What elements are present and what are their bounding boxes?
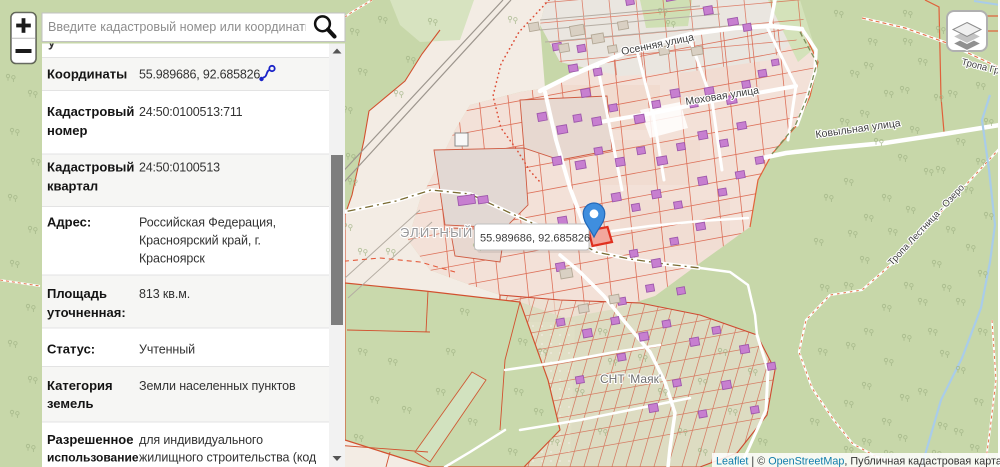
svg-text:Площадь: Площадь — [47, 286, 107, 301]
svg-text:ЭЛИТНЫЙ: ЭЛИТНЫЙ — [400, 225, 473, 240]
svg-text:Статус:: Статус: — [47, 342, 95, 357]
svg-text:Кадастровый: Кадастровый — [47, 104, 134, 119]
svg-text:24:50:0100513:711: 24:50:0100513:711 — [139, 105, 243, 119]
svg-text:Учтенный: Учтенный — [139, 343, 195, 357]
svg-text:номер: номер — [47, 123, 87, 138]
svg-text:квартал: квартал — [47, 179, 98, 194]
svg-text:СНТ 'Маяк': СНТ 'Маяк' — [600, 372, 661, 386]
svg-text:Красноярск: Красноярск — [139, 252, 205, 266]
svg-text:Координаты: Координаты — [47, 67, 127, 82]
svg-text:Российская Федерация,: Российская Федерация, — [139, 216, 276, 230]
svg-text:использование: использование — [47, 451, 139, 465]
svg-text:жилищного строительства (код: жилищного строительства (код — [139, 451, 317, 465]
svg-text:Кадастровый: Кадастровый — [47, 160, 134, 175]
svg-text:813 кв.м.: 813 кв.м. — [139, 287, 190, 301]
svg-text:Категория: Категория — [47, 378, 113, 393]
svg-text:55.989686, 92.685826: 55.989686, 92.685826 — [139, 68, 260, 82]
svg-text:55.989686, 92.685826: 55.989686, 92.685826 — [480, 233, 590, 245]
svg-text:для индивидуального: для индивидуального — [139, 433, 263, 447]
svg-text:Leaflet | © OpenStreetMap, Пуб: Leaflet | © OpenStreetMap, Публичная кад… — [716, 456, 1000, 467]
svg-text:Разрешенное: Разрешенное — [47, 432, 133, 447]
svg-text:земель: земель — [47, 396, 93, 411]
svg-text:Земли населенных пунктов: Земли населенных пунктов — [139, 379, 296, 393]
svg-text:уточненная:: уточненная: — [47, 305, 126, 320]
svg-text:Адрес:: Адрес: — [47, 215, 91, 230]
svg-text:Красноярский край, г.: Красноярский край, г. — [139, 234, 261, 248]
svg-text:24:50:0100513: 24:50:0100513 — [139, 161, 220, 175]
svg-text:Введите кадастровый номер или: Введите кадастровый номер или координаты — [48, 20, 314, 34]
